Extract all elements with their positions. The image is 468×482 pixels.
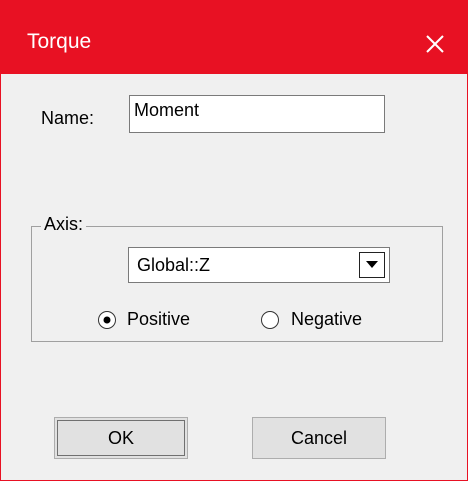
negative-label[interactable]: Negative: [291, 309, 362, 330]
name-label: Name:: [41, 108, 95, 128]
dialog-title: Torque: [27, 30, 92, 53]
ok-button-focus-ring: [57, 420, 185, 456]
positive-radio[interactable]: [97, 310, 117, 330]
name-input[interactable]: [129, 95, 385, 133]
axis-group-label: Axis:: [41, 214, 87, 235]
dropdown-arrow-button[interactable]: [359, 252, 385, 278]
cancel-button[interactable]: Cancel: [252, 417, 386, 459]
axis-dropdown-value: Global::Z: [137, 255, 211, 275]
chevron-down-icon: [366, 261, 378, 268]
close-button[interactable]: [415, 24, 455, 64]
torque-dialog: Torque Name: Axis: Global::Z Positive Ne…: [0, 0, 468, 481]
axis-groupbox: [31, 226, 443, 342]
positive-label[interactable]: Positive: [127, 309, 190, 330]
negative-radio[interactable]: [260, 310, 280, 330]
close-icon: [426, 35, 444, 53]
ok-button[interactable]: OK: [54, 417, 188, 459]
axis-dropdown[interactable]: Global::Z: [128, 247, 390, 283]
title-bar[interactable]: Torque: [1, 0, 468, 74]
cancel-button-label: Cancel: [290, 428, 348, 448]
